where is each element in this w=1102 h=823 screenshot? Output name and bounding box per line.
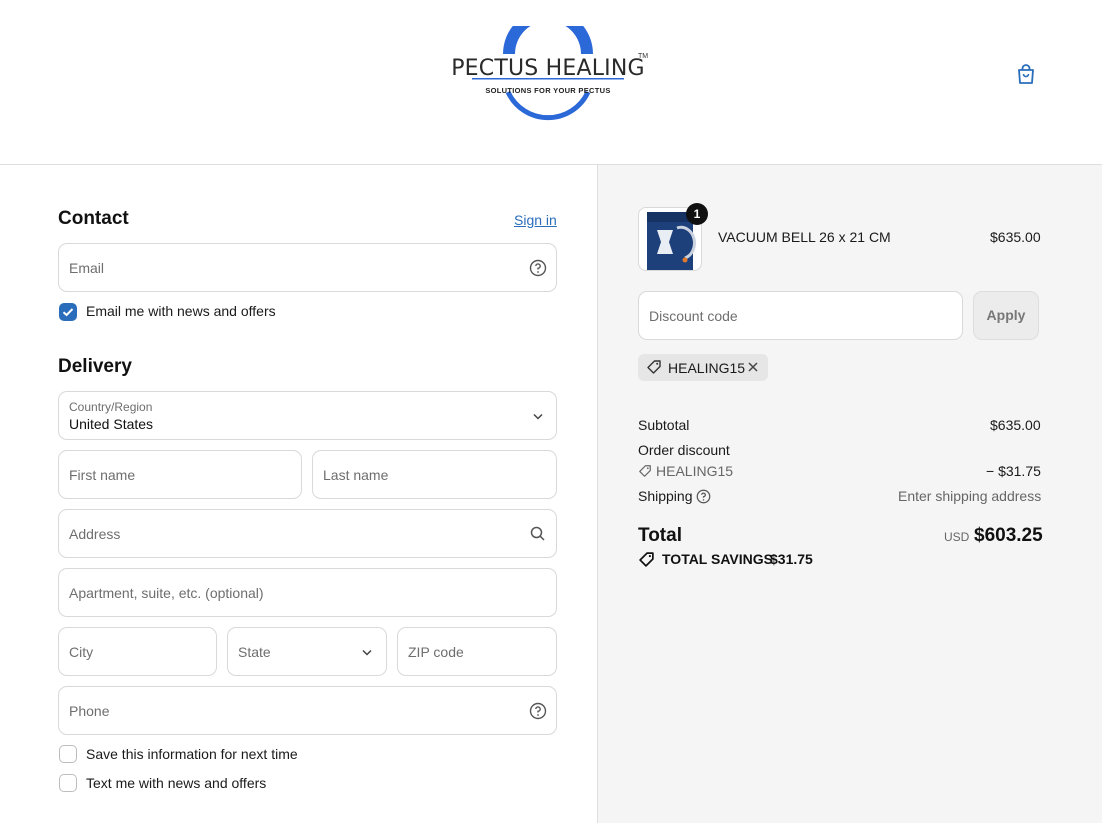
subtotal-value: $635.00 bbox=[990, 417, 1041, 433]
address-field[interactable]: Address bbox=[58, 509, 557, 558]
sign-in-link[interactable]: Sign in bbox=[514, 212, 557, 228]
tag-icon bbox=[646, 359, 662, 380]
address-placeholder: Address bbox=[69, 526, 121, 542]
state-select[interactable]: State bbox=[227, 627, 387, 676]
country-select[interactable]: Country/Region United States bbox=[58, 391, 557, 440]
help-circle-icon[interactable] bbox=[696, 489, 711, 509]
product-price: $635.00 bbox=[990, 229, 1041, 245]
email-news-checkbox[interactable] bbox=[59, 303, 77, 321]
subtotal-label: Subtotal bbox=[638, 417, 690, 433]
brand-trademark: TM bbox=[638, 53, 649, 60]
email-field[interactable]: Email bbox=[58, 243, 557, 292]
help-circle-icon[interactable] bbox=[529, 259, 547, 277]
chevron-down-icon bbox=[529, 407, 547, 425]
country-value: United States bbox=[69, 416, 154, 432]
apply-discount-button[interactable]: Apply bbox=[973, 291, 1039, 340]
checkmark-icon bbox=[62, 308, 74, 317]
first-name-field[interactable]: First name bbox=[58, 450, 302, 499]
phone-field[interactable]: Phone bbox=[58, 686, 557, 735]
total-label: Total bbox=[638, 525, 682, 546]
email-placeholder: Email bbox=[69, 260, 105, 276]
city-placeholder: City bbox=[69, 644, 94, 660]
order-discount-code: HEALING15 bbox=[656, 463, 734, 479]
text-news-checkbox[interactable] bbox=[59, 774, 77, 792]
apartment-field[interactable]: Apartment, suite, etc. (optional) bbox=[58, 568, 557, 617]
total-savings-value: $31.75 bbox=[770, 551, 813, 567]
last-name-placeholder: Last name bbox=[323, 467, 389, 483]
apartment-placeholder: Apartment, suite, etc. (optional) bbox=[69, 585, 264, 601]
brand-logo[interactable]: PECTUS HEALING TM SOLUTIONS FOR YOUR PEC… bbox=[448, 26, 648, 122]
applied-discount-chip: HEALING15 bbox=[638, 354, 768, 381]
last-name-field[interactable]: Last name bbox=[312, 450, 557, 499]
contact-heading: Contact bbox=[58, 208, 129, 229]
zip-field[interactable]: ZIP code bbox=[397, 627, 557, 676]
order-discount-value: − $31.75 bbox=[986, 463, 1041, 479]
tag-icon bbox=[638, 551, 655, 573]
search-icon bbox=[529, 525, 547, 543]
discount-placeholder: Discount code bbox=[649, 308, 738, 324]
first-name-placeholder: First name bbox=[69, 467, 136, 483]
shipping-value: Enter shipping address bbox=[898, 488, 1042, 504]
phone-placeholder: Phone bbox=[69, 703, 110, 719]
chevron-down-icon bbox=[358, 643, 376, 661]
zip-placeholder: ZIP code bbox=[408, 644, 464, 660]
applied-code-label: HEALING15 bbox=[668, 360, 746, 376]
total-value: $603.25 bbox=[974, 525, 1043, 546]
email-news-label: Email me with news and offers bbox=[86, 303, 276, 319]
country-label: Country/Region bbox=[69, 400, 153, 414]
quantity-badge: 1 bbox=[686, 203, 708, 225]
order-discount-label: Order discount bbox=[638, 442, 730, 458]
text-news-label: Text me with news and offers bbox=[86, 775, 267, 791]
close-icon[interactable] bbox=[746, 360, 760, 379]
discount-code-field[interactable]: Discount code bbox=[638, 291, 963, 340]
save-info-checkbox[interactable] bbox=[59, 745, 77, 763]
total-currency: USD bbox=[944, 530, 970, 544]
brand-name: PECTUS HEALING bbox=[451, 56, 645, 81]
shipping-label: Shipping bbox=[638, 488, 693, 504]
help-circle-icon[interactable] bbox=[529, 702, 547, 720]
tag-icon bbox=[638, 464, 652, 483]
save-info-label: Save this information for next time bbox=[86, 746, 298, 762]
city-field[interactable]: City bbox=[58, 627, 217, 676]
site-header: PECTUS HEALING TM SOLUTIONS FOR YOUR PEC… bbox=[0, 0, 1102, 165]
state-placeholder: State bbox=[238, 644, 271, 660]
shopping-bag-icon[interactable] bbox=[1014, 62, 1038, 86]
brand-tagline: SOLUTIONS FOR YOUR PECTUS bbox=[485, 86, 611, 95]
checkout-form: Contact Sign in Email Email me with news… bbox=[0, 165, 597, 823]
product-name: VACUUM BELL 26 x 21 CM bbox=[718, 229, 891, 245]
total-savings-label: TOTAL SAVINGS bbox=[662, 551, 773, 567]
delivery-heading: Delivery bbox=[58, 356, 132, 377]
order-summary: 1 VACUUM BELL 26 x 21 CM $635.00 Discoun… bbox=[597, 165, 1102, 823]
